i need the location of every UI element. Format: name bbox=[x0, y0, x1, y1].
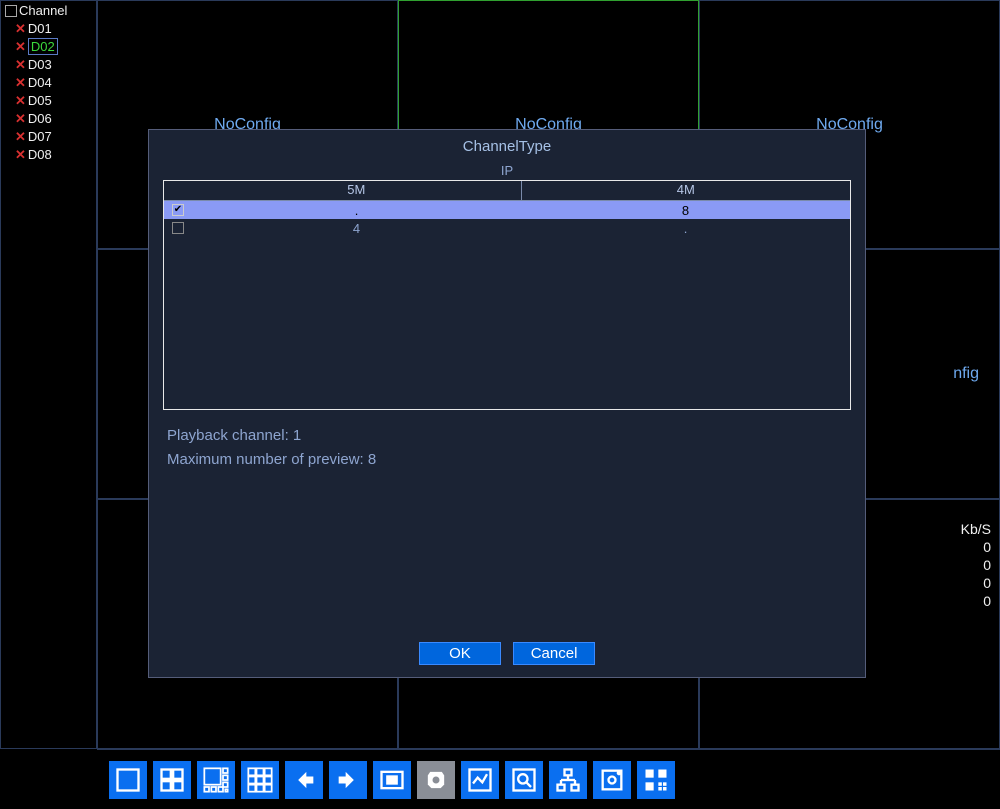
bitrate-stats: Kb/S 0 0 0 0 bbox=[961, 520, 991, 610]
dialog-title: ChannelType bbox=[149, 130, 865, 163]
ptz-button[interactable] bbox=[417, 761, 455, 799]
x-icon: ✕ bbox=[15, 75, 26, 90]
playback-info: Playback channel: 1 bbox=[167, 424, 847, 448]
next-button[interactable] bbox=[329, 761, 367, 799]
stats-value: 0 bbox=[961, 574, 991, 592]
channel-item-D01[interactable]: ✕D01 bbox=[5, 20, 92, 38]
ok-button[interactable]: OK bbox=[419, 642, 501, 665]
channel-label: D04 bbox=[28, 75, 52, 90]
stats-value: 0 bbox=[961, 556, 991, 574]
x-icon: ✕ bbox=[15, 147, 26, 162]
table-row[interactable]: 4. bbox=[164, 219, 850, 237]
bottom-toolbar bbox=[97, 749, 1000, 809]
row-checkbox[interactable]: ✔ bbox=[164, 204, 192, 216]
channel-label: D02 bbox=[28, 38, 58, 55]
stats-value: 0 bbox=[961, 538, 991, 556]
channel-item-D04[interactable]: ✕D04 bbox=[5, 74, 92, 92]
noconfig-label-partial: nfig bbox=[953, 365, 979, 383]
qr-button[interactable] bbox=[637, 761, 675, 799]
cancel-button[interactable]: Cancel bbox=[513, 642, 595, 665]
channel-item-D08[interactable]: ✕D08 bbox=[5, 146, 92, 164]
channel-tree-icon bbox=[5, 5, 17, 17]
row-checkbox[interactable] bbox=[164, 222, 192, 234]
channel-sidebar: Channel ✕D01✕D02✕D03✕D04✕D05✕D06✕D07✕D08 bbox=[0, 0, 97, 749]
row-col2: 8 bbox=[521, 203, 850, 218]
table-header: 5M 4M bbox=[164, 181, 850, 201]
network-button[interactable] bbox=[549, 761, 587, 799]
channel-label: D06 bbox=[28, 111, 52, 126]
prev-button[interactable] bbox=[285, 761, 323, 799]
sidebar-title: Channel bbox=[19, 3, 67, 18]
row-col1: . bbox=[192, 203, 521, 218]
x-icon: ✕ bbox=[15, 57, 26, 72]
channel-item-D02[interactable]: ✕D02 bbox=[5, 38, 92, 56]
channel-item-D06[interactable]: ✕D06 bbox=[5, 110, 92, 128]
channel-label: D01 bbox=[28, 21, 52, 36]
col-4m: 4M bbox=[522, 181, 851, 200]
storage-button[interactable] bbox=[593, 761, 631, 799]
channel-type-table: 5M 4M ✔.84. bbox=[163, 180, 851, 410]
x-icon: ✕ bbox=[15, 21, 26, 36]
channel-label: D08 bbox=[28, 147, 52, 162]
x-icon: ✕ bbox=[15, 111, 26, 126]
channel-item-D03[interactable]: ✕D03 bbox=[5, 56, 92, 74]
layout-8-button[interactable] bbox=[197, 761, 235, 799]
channel-label: D07 bbox=[28, 129, 52, 144]
channel-type-dialog: ChannelType IP 5M 4M ✔.84. Playback chan… bbox=[148, 129, 866, 678]
channel-label: D03 bbox=[28, 57, 52, 72]
search-button[interactable] bbox=[505, 761, 543, 799]
layout-1-button[interactable] bbox=[109, 761, 147, 799]
fullscreen-button[interactable] bbox=[373, 761, 411, 799]
table-row[interactable]: ✔.8 bbox=[164, 201, 850, 219]
channel-label: D05 bbox=[28, 93, 52, 108]
preview-info: Maximum number of preview: 8 bbox=[167, 448, 847, 472]
col-5m: 5M bbox=[192, 181, 522, 200]
row-col2: . bbox=[521, 221, 850, 236]
stats-label: Kb/S bbox=[961, 521, 991, 537]
x-icon: ✕ bbox=[15, 129, 26, 144]
row-col1: 4 bbox=[192, 221, 521, 236]
stats-value: 0 bbox=[961, 592, 991, 610]
channel-sidebar-header: Channel bbox=[5, 3, 92, 18]
layout-9-button[interactable] bbox=[241, 761, 279, 799]
ip-group-label: IP bbox=[149, 163, 865, 178]
x-icon: ✕ bbox=[15, 39, 26, 54]
x-icon: ✕ bbox=[15, 93, 26, 108]
channel-item-D07[interactable]: ✕D07 bbox=[5, 128, 92, 146]
channel-item-D05[interactable]: ✕D05 bbox=[5, 92, 92, 110]
chart-button[interactable] bbox=[461, 761, 499, 799]
layout-4-button[interactable] bbox=[153, 761, 191, 799]
